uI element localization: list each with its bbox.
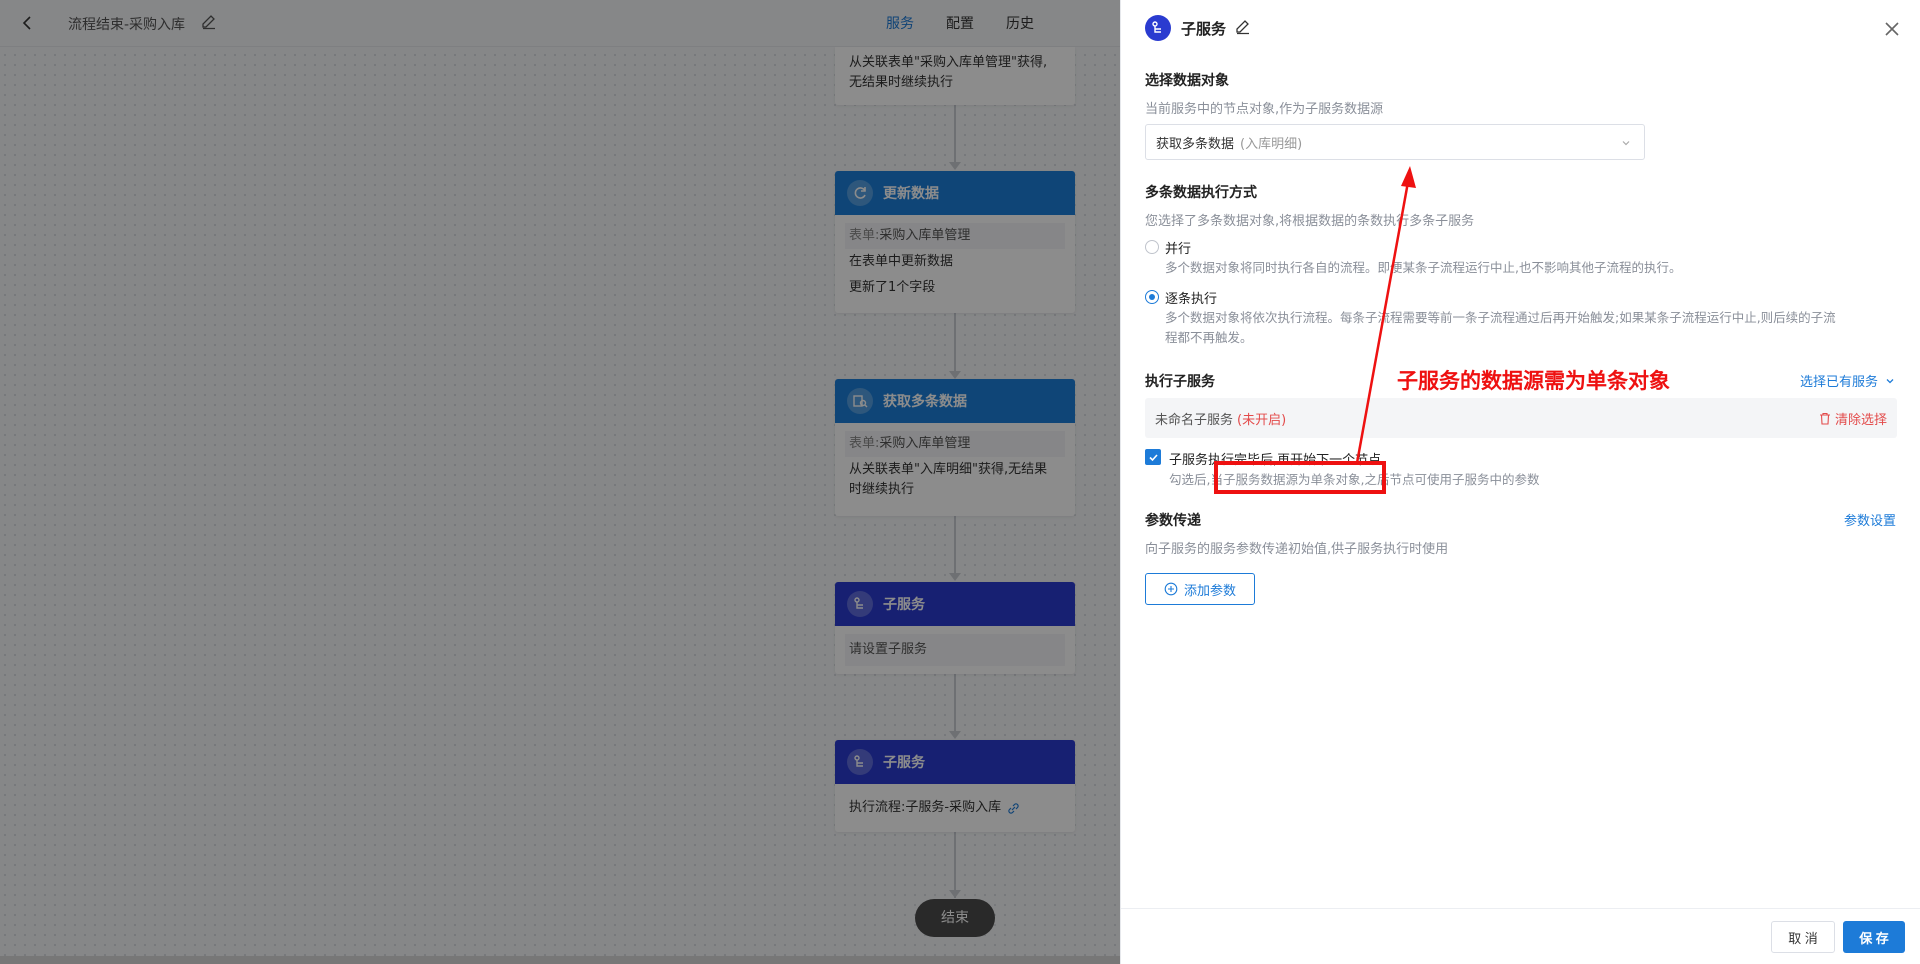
cancel-button[interactable]: 取 消 bbox=[1771, 921, 1835, 953]
radio-desc-parallel: 多个数据对象将同时执行各自的流程。即便某条子流程运行中止,也不影响其他子流程的执… bbox=[1165, 260, 1682, 275]
select-existing-service-link[interactable]: 选择已有服务 bbox=[1800, 371, 1896, 390]
select-value: 获取多条数据 bbox=[1156, 136, 1235, 152]
clear-selection-button[interactable]: 清除选择 bbox=[1819, 409, 1887, 428]
radio-desc-sequential-2: 程都不再触发。 bbox=[1165, 330, 1253, 345]
panel-header: 子服务 bbox=[1121, 0, 1920, 56]
section-desc: 您选择了多条数据对象,将根据数据的条数执行多条子服务 bbox=[1145, 214, 1475, 229]
plus-circle-icon bbox=[1164, 582, 1178, 596]
section-title-data-object: 选择数据对象 bbox=[1145, 73, 1229, 89]
radio-parallel[interactable] bbox=[1145, 240, 1159, 254]
section-title-params: 参数传递 bbox=[1145, 513, 1201, 529]
check-icon bbox=[1148, 453, 1158, 461]
radio-sequential[interactable] bbox=[1145, 290, 1159, 304]
scrollbar[interactable] bbox=[0, 956, 1120, 964]
wait-complete-checkbox[interactable] bbox=[1145, 449, 1161, 465]
selected-service-box: 未命名子服务 (未开启) 清除选择 bbox=[1145, 398, 1897, 438]
section-title-sub-service: 执行子服务 bbox=[1145, 374, 1215, 390]
section-desc: 向子服务的服务参数传递初始值,供子服务执行时使用 bbox=[1145, 542, 1449, 557]
service-name: 未命名子服务 (未开启) bbox=[1155, 413, 1287, 428]
chevron-down-icon bbox=[1886, 378, 1894, 383]
select-sub: (入库明细) bbox=[1240, 136, 1303, 152]
annotation-text: 子服务的数据源需为单条对象 bbox=[1397, 369, 1670, 393]
checkbox-desc: 勾选后,当子服务数据源为单条对象,之后节点可使用子服务中的参数 bbox=[1169, 472, 1540, 487]
save-button[interactable]: 保 存 bbox=[1843, 921, 1905, 953]
sub-service-icon bbox=[1145, 15, 1171, 41]
panel-footer: 取 消 保 存 bbox=[1121, 908, 1920, 964]
section-desc: 当前服务中的节点对象,作为子服务数据源 bbox=[1145, 102, 1384, 117]
trash-icon bbox=[1819, 412, 1830, 425]
add-param-button[interactable]: 添加参数 bbox=[1145, 573, 1255, 605]
sub-service-panel: 子服务 选择数据对象 当前服务中的节点对象,作为子服务数据源 获取多条数据 (入… bbox=[1120, 0, 1920, 964]
edit-icon[interactable] bbox=[1234, 18, 1252, 36]
data-object-select[interactable]: 获取多条数据 (入库明细) bbox=[1145, 124, 1645, 160]
close-icon[interactable] bbox=[1881, 18, 1903, 40]
checkbox-label[interactable]: 子服务执行完毕后,再开始下一个节点 bbox=[1169, 449, 1381, 468]
param-settings-link[interactable]: 参数设置 bbox=[1844, 510, 1896, 529]
chevron-down-icon bbox=[1622, 141, 1630, 146]
service-status: (未开启) bbox=[1237, 413, 1287, 428]
modal-overlay[interactable] bbox=[0, 0, 1120, 964]
panel-title: 子服务 bbox=[1181, 20, 1227, 38]
radio-label-sequential[interactable]: 逐条执行 bbox=[1165, 288, 1217, 307]
radio-desc-sequential: 多个数据对象将依次执行流程。每条子流程需要等前一条子流程通过后再开始触发;如果某… bbox=[1165, 310, 1836, 325]
radio-label-parallel[interactable]: 并行 bbox=[1165, 238, 1191, 257]
section-title-exec-mode: 多条数据执行方式 bbox=[1145, 185, 1257, 201]
